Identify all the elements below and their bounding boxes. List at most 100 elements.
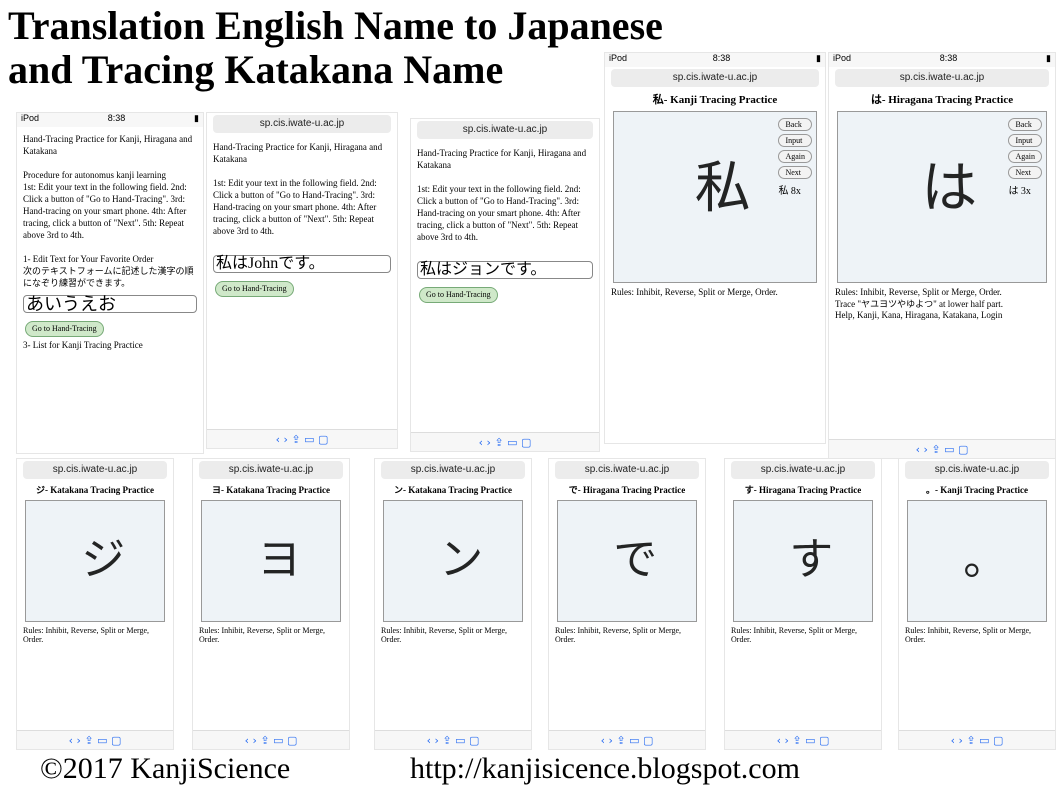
footer-copyright: ©2017 KanjiScience [40, 752, 291, 785]
small-glyph: す [789, 534, 834, 584]
small-canvas[interactable]: ジ [25, 500, 165, 622]
next-button[interactable]: Next [778, 166, 812, 179]
again-button[interactable]: Again [778, 150, 812, 163]
small-rules: Rules: Inhibit, Reverse, Split or Merge,… [23, 626, 150, 644]
go-hand-tracing-button-2[interactable]: Go to Hand-Tracing [215, 281, 294, 297]
doc-steps: 1st: Edit your text in the following fie… [23, 182, 187, 240]
collage-root: Translation English Name to Japanese and… [0, 0, 1059, 793]
small-glyph: ン [439, 534, 484, 584]
tracing-canvas-kanji[interactable]: 私 Back Input Again Next 私 8x [613, 111, 817, 283]
status-bar-k: iPod 8:38 ▮ [605, 53, 825, 67]
phone-small-6: sp.cis.iwate-u.ac.jp 。- Kanji Tracing Pra… [898, 458, 1056, 750]
browser-toolbar-3[interactable]: ‹ › ⇪ ▭ ▢ [411, 432, 599, 451]
doc-intro-2: Hand-Tracing Practice for Kanji, Hiragan… [213, 142, 383, 164]
small-rules: Rules: Inhibit, Reverse, Split or Merge,… [555, 626, 682, 644]
hira-glyph: は [921, 157, 978, 220]
small-canvas[interactable]: ン [383, 500, 523, 622]
small-title: 。- Kanji Tracing Practice [926, 485, 1028, 495]
small-canvas[interactable]: で [557, 500, 697, 622]
browser-toolbar-h[interactable]: ‹ › ⇪ ▭ ▢ [829, 439, 1055, 458]
back-button-h[interactable]: Back [1008, 118, 1042, 131]
kanji-title: 私- Kanji Tracing Practice [652, 94, 778, 106]
small-canvas[interactable]: ヨ [201, 500, 341, 622]
rules-text-h: Rules: Inhibit, Reverse, Split or Merge,… [835, 287, 1049, 320]
doc-steps-2: 1st: Edit your text in the following fie… [213, 178, 377, 236]
phone-doc-2: sp.cis.iwate-u.ac.jp Hand-Tracing Practi… [206, 112, 398, 449]
small-rules: Rules: Inhibit, Reverse, Split or Merge,… [905, 626, 1032, 644]
url-bar-s[interactable]: sp.cis.iwate-u.ac.jp [199, 461, 343, 479]
small-toolbar[interactable]: ‹ › ⇪ ▭ ▢ [17, 730, 173, 749]
button-column-h: Back Input Again Next は 3x [1008, 118, 1042, 197]
small-toolbar[interactable]: ‹ › ⇪ ▭ ▢ [549, 730, 705, 749]
doc-input[interactable]: あいうえお [23, 295, 197, 313]
go-hand-tracing-button[interactable]: Go to Hand-Tracing [25, 321, 104, 337]
rules-text: Rules: Inhibit, Reverse, Split or Merge,… [611, 287, 778, 297]
url-bar-k[interactable]: sp.cis.iwate-u.ac.jp [611, 69, 819, 87]
phone-small-1: sp.cis.iwate-u.ac.jp ジ- Katakana Tracing … [16, 458, 174, 750]
small-glyph: 。 [963, 534, 1008, 584]
input-button-h[interactable]: Input [1008, 134, 1042, 147]
doc-text-2: Hand-Tracing Practice for Kanji, Hiragan… [207, 135, 397, 305]
small-rules: Rules: Inhibit, Reverse, Split or Merge,… [731, 626, 858, 644]
small-title: で- Hiragana Tracing Practice [568, 485, 686, 495]
browser-toolbar[interactable]: ‹ › ⇪ ▭ ▢ [207, 429, 397, 448]
url-bar-s[interactable]: sp.cis.iwate-u.ac.jp [905, 461, 1049, 479]
help-links[interactable]: Help, Kanji, Kana, Hiragana, Katakana, L… [835, 310, 1049, 320]
trace-count: 私 8x [778, 186, 801, 197]
footer-url: http://kanjisicence.blogspot.com [410, 752, 800, 785]
phone-small-3: sp.cis.iwate-u.ac.jp ン- Katakana Tracing … [374, 458, 532, 750]
status-bar-h: iPod 8:38 ▮ [829, 53, 1055, 67]
doc-sec1: 1- Edit Text for Your Favorite Order [23, 254, 154, 264]
again-button-h[interactable]: Again [1008, 150, 1042, 163]
small-title: ヨ- Katakana Tracing Practice [212, 485, 330, 495]
url-bar-3[interactable]: sp.cis.iwate-u.ac.jp [417, 121, 593, 139]
doc-text: Hand-Tracing Practice for Kanji, Hiragan… [17, 127, 203, 357]
status-bar: iPod 8:38 ▮ [17, 113, 203, 127]
small-toolbar[interactable]: ‹ › ⇪ ▭ ▢ [899, 730, 1055, 749]
hiragana-title: は- Hiragana Tracing Practice [870, 94, 1014, 106]
phone-small-2: sp.cis.iwate-u.ac.jp ヨ- Katakana Tracing … [192, 458, 350, 750]
doc-sec3: 3- List for Kanji Tracing Practice [23, 340, 143, 350]
doc-input-3[interactable]: 私はジョンです。 [417, 261, 593, 279]
trace-line: Trace "ヤユヨツやゆよつ" at lower half part. [835, 299, 1003, 309]
doc-input-2[interactable]: 私はJohnです。 [213, 255, 391, 273]
tracing-canvas-hira[interactable]: は Back Input Again Next は 3x [837, 111, 1047, 283]
title-line-1: Translation English Name to Japanese [8, 3, 663, 48]
button-column: Back Input Again Next 私 8x [778, 118, 812, 197]
small-title: ジ- Katakana Tracing Practice [36, 485, 154, 495]
url-bar-s[interactable]: sp.cis.iwate-u.ac.jp [23, 461, 167, 479]
small-rules: Rules: Inhibit, Reverse, Split or Merge,… [199, 626, 326, 644]
url-bar-s[interactable]: sp.cis.iwate-u.ac.jp [381, 461, 525, 479]
url-bar-s[interactable]: sp.cis.iwate-u.ac.jp [555, 461, 699, 479]
next-button-h[interactable]: Next [1008, 166, 1042, 179]
poster-title: Translation English Name to Japanese and… [8, 4, 663, 92]
small-toolbar[interactable]: ‹ › ⇪ ▭ ▢ [725, 730, 881, 749]
phone-doc-1: iPod 8:38 ▮ Hand-Tracing Practice for Kanj… [16, 112, 204, 454]
phone-hiragana: iPod 8:38 ▮ sp.cis.iwate-u.ac.jp は- Hiraga… [828, 52, 1056, 459]
small-toolbar[interactable]: ‹ › ⇪ ▭ ▢ [193, 730, 349, 749]
trace-count-h: は 3x [1008, 186, 1031, 197]
doc-jp: 次のテキストフォームに記述した漢字の順になぞり練習ができます。 [23, 266, 194, 288]
small-glyph: ヨ [257, 534, 302, 584]
go-hand-tracing-button-3[interactable]: Go to Hand-Tracing [419, 287, 498, 303]
small-glyph: で [613, 534, 658, 584]
input-button[interactable]: Input [778, 134, 812, 147]
small-glyph: ジ [81, 534, 126, 584]
small-canvas[interactable]: す [733, 500, 873, 622]
doc-steps-3: 1st: Edit your text in the following fie… [417, 184, 581, 242]
url-bar-h[interactable]: sp.cis.iwate-u.ac.jp [835, 69, 1049, 87]
small-canvas[interactable]: 。 [907, 500, 1047, 622]
back-button[interactable]: Back [778, 118, 812, 131]
url-bar[interactable]: sp.cis.iwate-u.ac.jp [213, 115, 391, 133]
phone-kanji: iPod 8:38 ▮ sp.cis.iwate-u.ac.jp 私- Kanji … [604, 52, 826, 444]
phone-doc-3: sp.cis.iwate-u.ac.jp Hand-Tracing Practi… [410, 118, 600, 452]
small-title: す- Hiragana Tracing Practice [744, 485, 862, 495]
small-toolbar[interactable]: ‹ › ⇪ ▭ ▢ [375, 730, 531, 749]
doc-intro-3: Hand-Tracing Practice for Kanji, Hiragan… [417, 148, 587, 170]
small-rules: Rules: Inhibit, Reverse, Split or Merge,… [381, 626, 508, 644]
phone-small-4: sp.cis.iwate-u.ac.jp で- Hiragana Tracing … [548, 458, 706, 750]
doc-proc: Procedure for autonomus kanji learning [23, 170, 166, 180]
url-bar-s[interactable]: sp.cis.iwate-u.ac.jp [731, 461, 875, 479]
phone-small-5: sp.cis.iwate-u.ac.jp す- Hiragana Tracing … [724, 458, 882, 750]
small-title: ン- Katakana Tracing Practice [394, 485, 512, 495]
